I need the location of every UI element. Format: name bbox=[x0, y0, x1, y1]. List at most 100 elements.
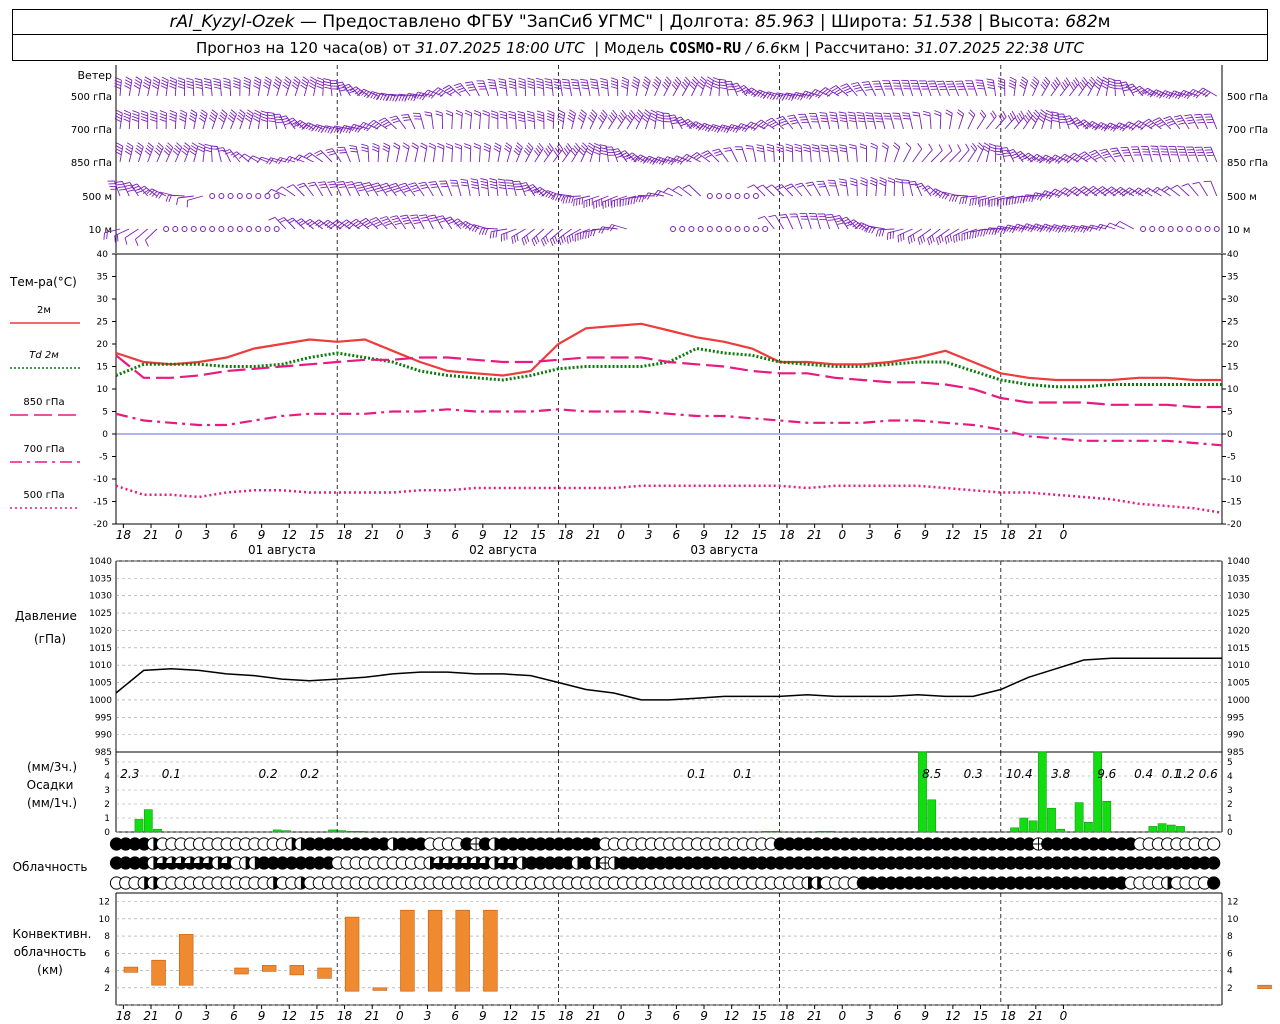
wind-barb-feather bbox=[863, 83, 871, 86]
cloudiness-panel: Облачность bbox=[13, 837, 1221, 890]
wind-barb-feather bbox=[499, 116, 507, 120]
wind-barb-feather bbox=[610, 77, 618, 81]
wind-barb-feather bbox=[350, 150, 358, 153]
wind-barb-feather bbox=[186, 80, 194, 84]
wind-barb-feather bbox=[323, 81, 331, 84]
wind-barb-shaft bbox=[939, 150, 953, 163]
wind-barb-feather bbox=[526, 110, 534, 114]
wind-barb-feather bbox=[117, 186, 125, 188]
wind-barb-feather bbox=[282, 120, 290, 123]
wind-barb-shaft bbox=[324, 181, 333, 197]
wind-barb-feather bbox=[834, 88, 841, 94]
wind-barb-feather bbox=[263, 84, 270, 90]
temp-xtick-label: 15 bbox=[309, 528, 324, 542]
wind-barb-feather bbox=[600, 150, 608, 153]
wind-calm-circle bbox=[190, 226, 197, 232]
temp-ytick-label-left: 40 bbox=[97, 250, 109, 260]
prec-ytick-label-right: 0 bbox=[1227, 828, 1233, 838]
wind-barb-feather bbox=[445, 143, 453, 147]
wind-barb-feather bbox=[706, 79, 713, 84]
wind-barb-feather bbox=[570, 78, 578, 81]
wind-barb-feather bbox=[288, 219, 296, 224]
wind-barb-feather bbox=[471, 186, 479, 190]
wind-barb-feather bbox=[972, 231, 974, 239]
conv-ytick-label-right: 8 bbox=[1227, 932, 1233, 942]
conv-xtick-label: 15 bbox=[530, 1009, 545, 1023]
wind-barb-feather bbox=[522, 186, 530, 190]
wind-barb-feather bbox=[803, 149, 811, 153]
wind-barb-feather bbox=[847, 219, 854, 224]
wind-barb-feather bbox=[460, 178, 468, 181]
wind-barb-feather bbox=[449, 90, 456, 95]
prec-title: Осадки bbox=[27, 778, 74, 792]
wind-barb-feather bbox=[339, 186, 347, 189]
precip-bar bbox=[328, 829, 337, 833]
wind-barb-feather bbox=[217, 149, 225, 152]
wind-barb-feather bbox=[802, 143, 811, 147]
wind-barb-feather bbox=[494, 145, 501, 150]
prec-ytick-label-right: 5 bbox=[1227, 758, 1233, 768]
wind-barb-feather bbox=[527, 86, 535, 90]
wind-barb-shaft bbox=[626, 115, 636, 130]
pres-ytick-label-left: 1015 bbox=[89, 644, 112, 654]
wind-barb-feather bbox=[444, 86, 452, 92]
cloud-symbol-circle bbox=[1207, 856, 1221, 870]
wind-barb-feather bbox=[383, 220, 391, 224]
wind-barb-shaft bbox=[494, 80, 499, 97]
wind-barb-feather bbox=[349, 145, 357, 147]
wind-barb-feather bbox=[439, 220, 447, 223]
temp-series-line bbox=[115, 408, 1223, 447]
wind-barb-feather bbox=[260, 110, 268, 114]
wind-calm-circle bbox=[246, 226, 253, 232]
wind-barb-feather bbox=[307, 181, 315, 185]
wind-barb-feather bbox=[849, 120, 857, 123]
wind-barb-feather bbox=[621, 76, 629, 81]
wind-barb-feather bbox=[204, 149, 212, 153]
wind-barb-shaft bbox=[1041, 81, 1051, 97]
wind-barb-feather bbox=[455, 85, 463, 89]
wind-barb-feather bbox=[364, 184, 372, 188]
wind-barb-feather bbox=[958, 233, 961, 241]
precip-bar bbox=[1047, 807, 1056, 833]
wind-barb-feather bbox=[132, 110, 140, 114]
wind-calm-circle bbox=[716, 193, 723, 199]
wind-barb-feather bbox=[115, 181, 123, 183]
wind-barb-feather bbox=[1000, 112, 1005, 120]
wind-barb-feather bbox=[1111, 150, 1119, 153]
temp-xtick-label: 9 bbox=[479, 528, 487, 542]
conv-xtick-label: 12 bbox=[282, 1009, 297, 1023]
wind-barb-feather bbox=[126, 145, 133, 150]
cloud-symbol-circle bbox=[1207, 876, 1221, 890]
wind-barb-feather bbox=[582, 232, 585, 240]
wind-barb-feather bbox=[469, 89, 477, 92]
wind-barb-feather bbox=[1176, 119, 1184, 123]
wind-barb-feather bbox=[204, 86, 212, 90]
wind-barb-feather bbox=[454, 143, 462, 147]
wind-barb-feather bbox=[1101, 82, 1109, 87]
wind-barb-feather bbox=[155, 191, 161, 199]
wind-barb-feather bbox=[1100, 150, 1108, 154]
wind-barb-feather bbox=[498, 184, 506, 187]
wind-barb-feather bbox=[122, 181, 131, 185]
temp-ytick-label-right: -15 bbox=[1227, 498, 1242, 508]
wind-barb-feather bbox=[159, 118, 167, 123]
wind-barb-feather bbox=[870, 145, 878, 150]
wind-barb-feather bbox=[361, 146, 369, 150]
wind-barb-feather bbox=[304, 218, 311, 224]
wind-barb-feather bbox=[1107, 77, 1115, 81]
temp-ytick-label-left: 15 bbox=[97, 363, 108, 373]
cloud-symbol-circle bbox=[1207, 837, 1221, 851]
wind-barb-feather bbox=[308, 85, 316, 90]
wind-barb-feather bbox=[878, 229, 882, 237]
wind-barb-feather bbox=[800, 119, 808, 121]
wind-barb-feather bbox=[354, 181, 362, 184]
wind-barb-feather bbox=[672, 185, 679, 191]
wind-barb-feather bbox=[797, 93, 802, 100]
precip-bar bbox=[355, 831, 365, 833]
wind-barb-feather bbox=[243, 82, 251, 87]
wind-barb-feather bbox=[944, 237, 948, 245]
wind-barb-feather bbox=[393, 142, 401, 147]
wind-barb-feather bbox=[927, 238, 931, 246]
wind-barb-feather bbox=[213, 77, 221, 81]
wind-barb-feather bbox=[204, 83, 212, 87]
